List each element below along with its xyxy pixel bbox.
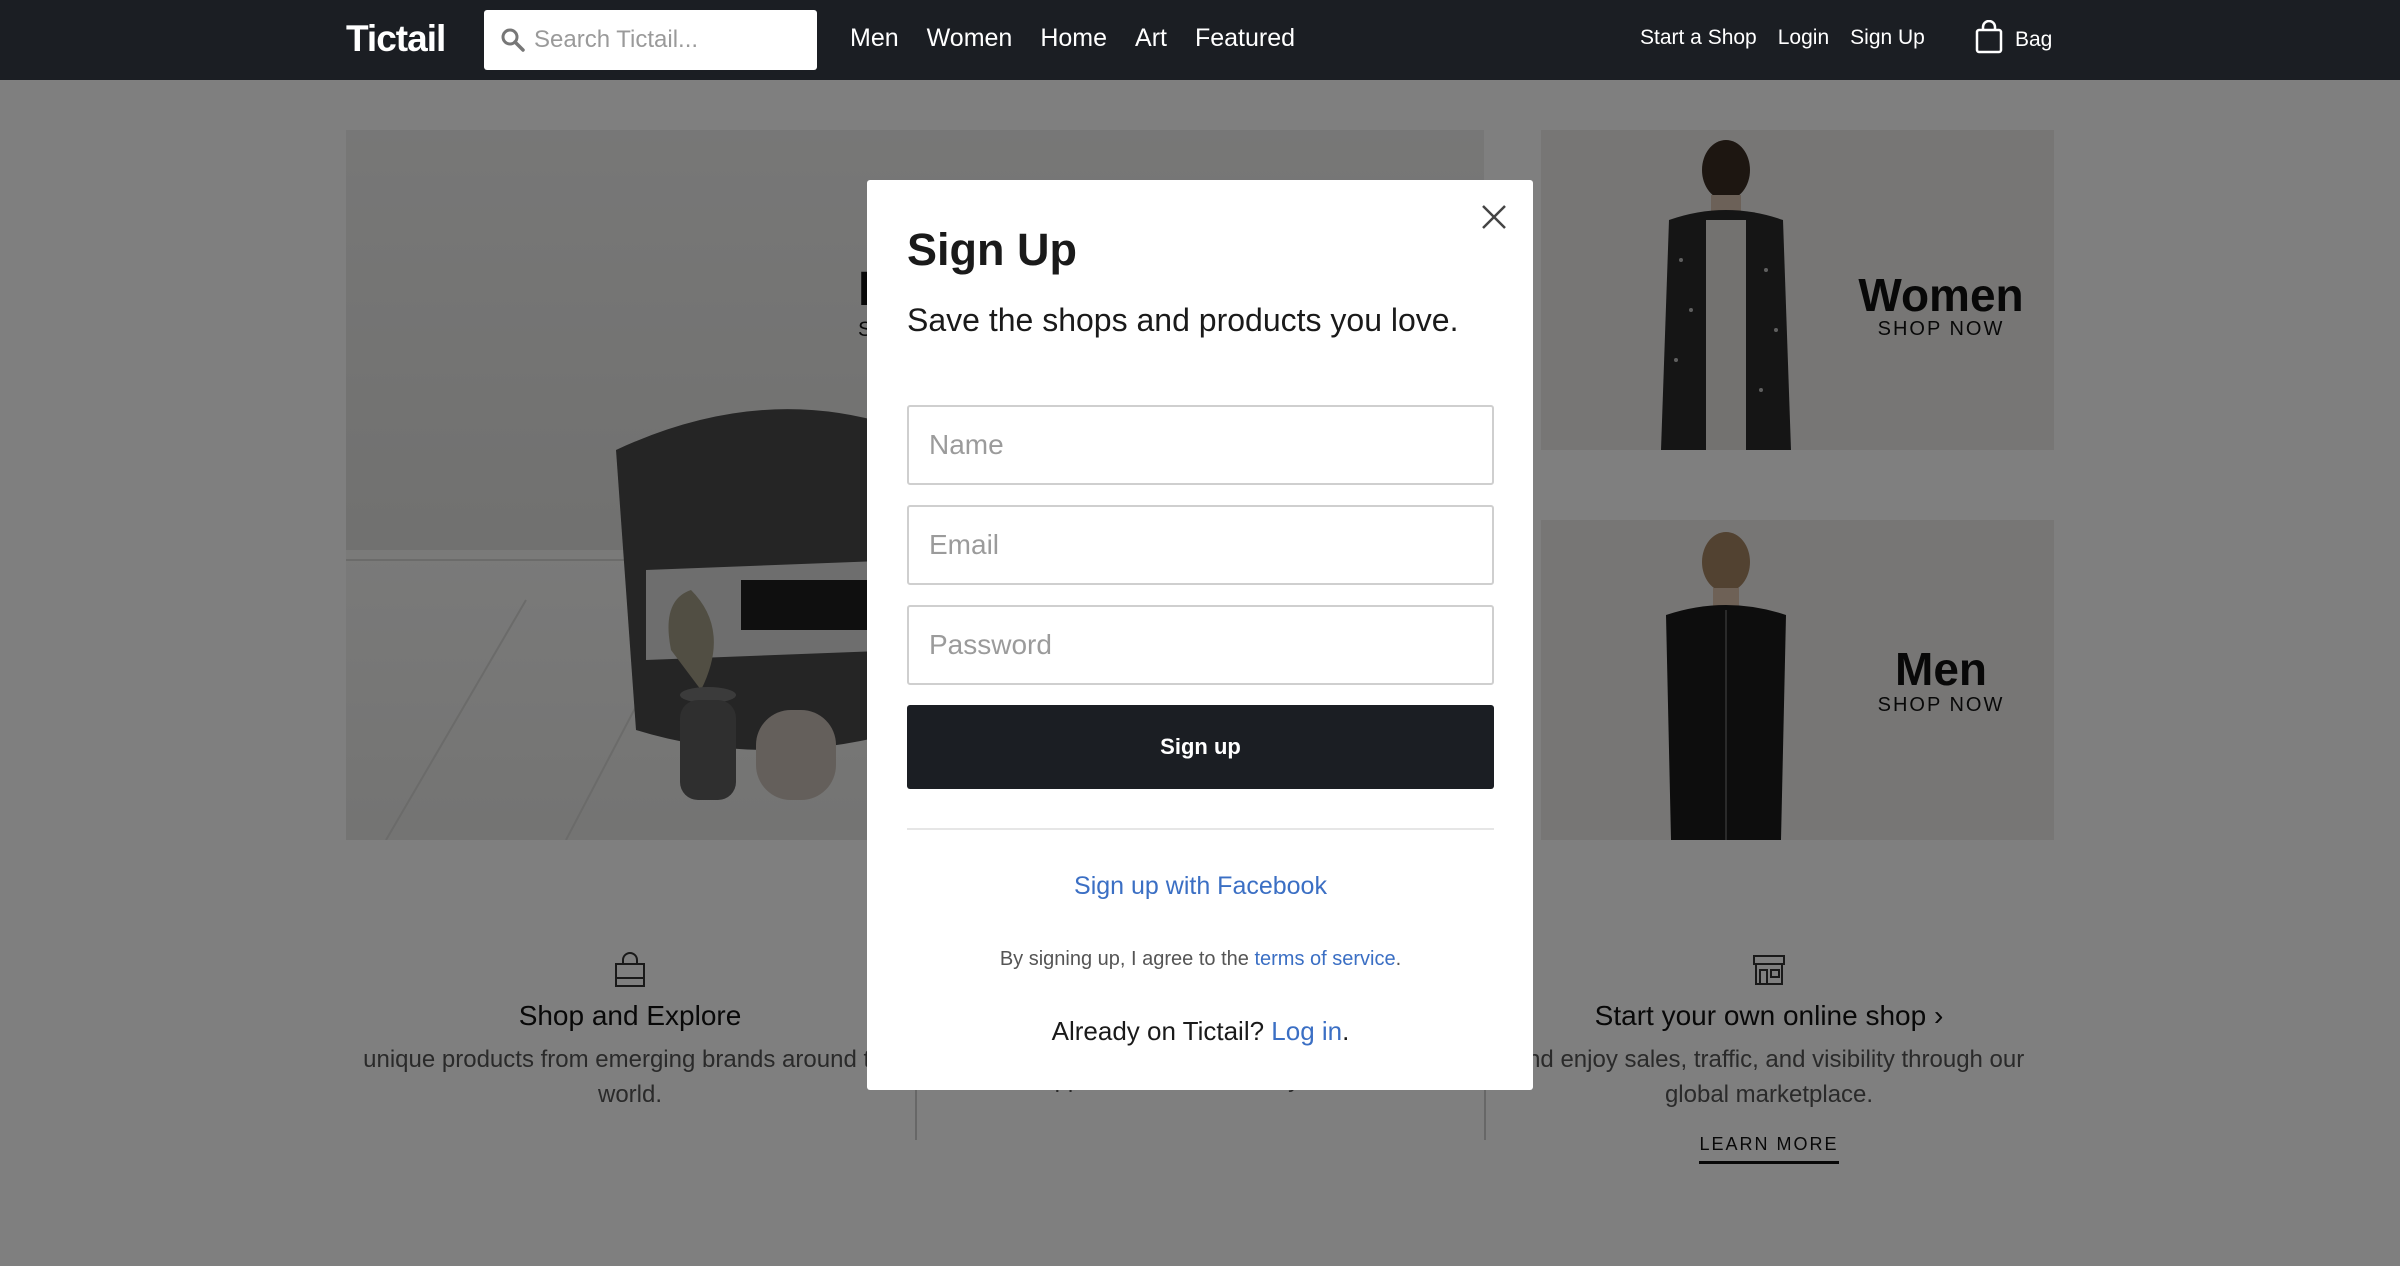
already-member-notice: Already on Tictail? Log in. (907, 1016, 1494, 1047)
start-a-shop-link[interactable]: Start a Shop (1640, 26, 1757, 50)
login-link[interactable]: Login (1778, 26, 1829, 50)
already-suffix: . (1342, 1016, 1350, 1046)
close-icon[interactable] (1479, 202, 1509, 232)
top-navigation-bar: Tictail Men Women Home Art Featured Star… (0, 0, 2400, 80)
nav-home[interactable]: Home (1040, 24, 1107, 53)
email-field[interactable] (907, 505, 1494, 585)
password-field[interactable] (907, 605, 1494, 685)
modal-tagline: Save the shops and products you love. (907, 302, 1459, 338)
search-icon (501, 28, 525, 52)
modal-title: Sign Up (907, 224, 1077, 275)
tictail-logo[interactable]: Tictail (346, 18, 446, 60)
sign-up-modal: Sign Up Save the shops and products you … (867, 180, 1533, 1090)
nav-women[interactable]: Women (927, 24, 1013, 53)
shopping-bag-icon[interactable] (1974, 20, 2004, 54)
name-field[interactable] (907, 405, 1494, 485)
account-nav: Start a Shop Login Sign Up (1640, 26, 1925, 50)
search-box[interactable] (484, 10, 817, 70)
log-in-link[interactable]: Log in (1271, 1016, 1342, 1046)
modal-separator (907, 828, 1494, 830)
search-input[interactable] (534, 10, 804, 70)
sign-up-button[interactable]: Sign up (907, 705, 1494, 789)
sign-up-link[interactable]: Sign Up (1850, 26, 1925, 50)
terms-notice: By signing up, I agree to the terms of s… (907, 948, 1494, 971)
bag-link[interactable]: Bag (2015, 28, 2052, 52)
terms-of-service-link[interactable]: terms of service (1254, 948, 1395, 970)
nav-featured[interactable]: Featured (1195, 24, 1295, 53)
nav-men[interactable]: Men (850, 24, 899, 53)
terms-suffix: . (1395, 948, 1402, 970)
facebook-sign-up-link[interactable]: Sign up with Facebook (907, 872, 1494, 901)
category-nav: Men Women Home Art Featured (850, 24, 1295, 53)
terms-prefix: By signing up, I agree to the (999, 948, 1255, 970)
nav-art[interactable]: Art (1135, 24, 1167, 53)
already-prefix: Already on Tictail? (1051, 1016, 1272, 1046)
